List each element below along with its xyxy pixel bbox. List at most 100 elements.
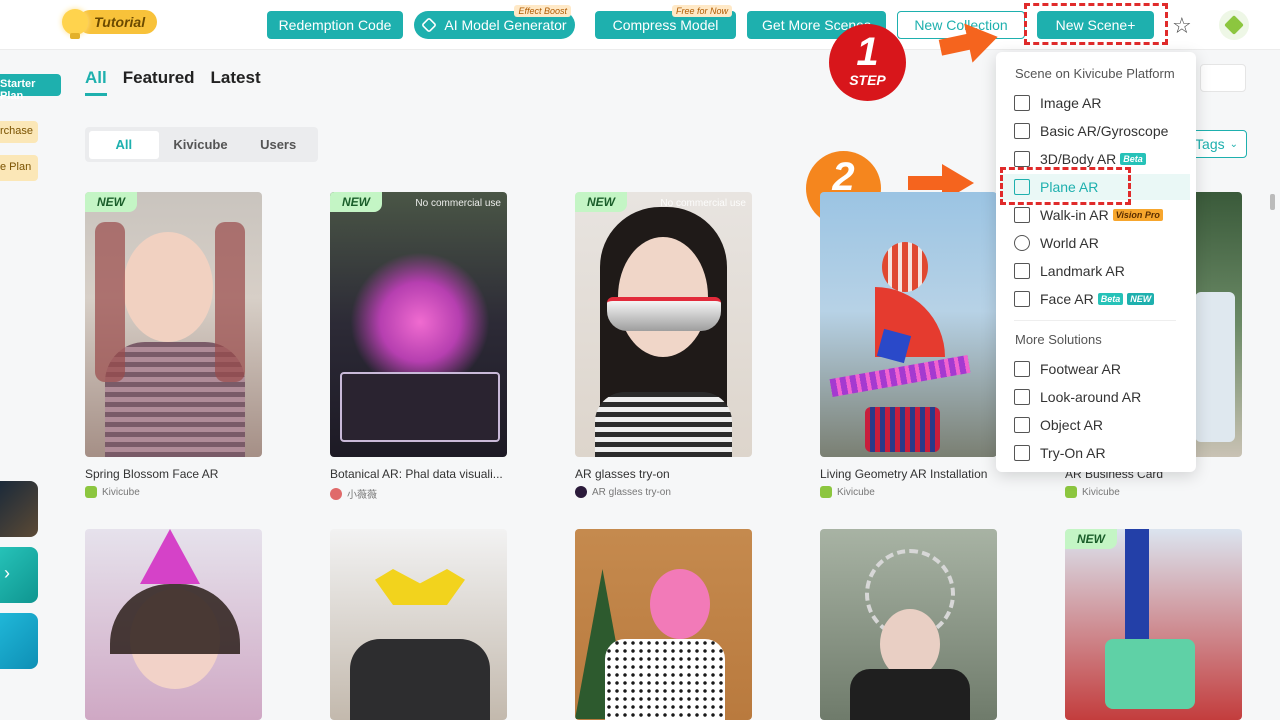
- no-commercial-label: No commercial use: [660, 198, 746, 209]
- step-1-badge: 1 STEP: [829, 24, 906, 101]
- starter-plan-chip[interactable]: Starter Plan: [0, 74, 61, 102]
- scene-card[interactable]: [820, 192, 997, 457]
- menu-item-try-on-ar[interactable]: Try-On AR: [1014, 440, 1190, 466]
- scene-card[interactable]: NEW No commercial use: [575, 192, 752, 457]
- card-image-sculpture: [876, 328, 912, 364]
- card-title[interactable]: Spring Blossom Face AR: [85, 467, 262, 481]
- card-author[interactable]: Kivicube: [85, 486, 140, 498]
- menu-item-basic-ar[interactable]: Basic AR/Gyroscope: [1014, 118, 1190, 144]
- card-image: [123, 232, 213, 342]
- ai-model-generator-label: AI Model Generator: [444, 17, 567, 33]
- card-image-party-hat: [140, 529, 200, 584]
- menu-item-label: Basic AR/Gyroscope: [1040, 123, 1169, 139]
- menu-divider: [1014, 320, 1176, 321]
- footwear-icon: [1014, 361, 1030, 377]
- card-title[interactable]: AR glasses try-on: [575, 467, 752, 481]
- globe-icon: [1014, 235, 1030, 251]
- menu-item-footwear-ar[interactable]: Footwear AR: [1014, 356, 1190, 382]
- card-author-name: AR glasses try-on: [592, 486, 671, 498]
- ai-model-generator-button[interactable]: AI Model Generator Effect Boost: [414, 5, 575, 39]
- menu-item-label: Landmark AR: [1040, 263, 1125, 279]
- segment-kivicube[interactable]: Kivicube: [159, 131, 243, 159]
- new-badge: NEW: [330, 192, 382, 212]
- new-badge: NEW: [575, 192, 627, 212]
- purchase-chip[interactable]: rchase: [0, 121, 38, 143]
- scene-card[interactable]: NEW: [1065, 529, 1242, 720]
- tab-latest[interactable]: Latest: [211, 68, 261, 96]
- side-thumbnail-3[interactable]: [0, 613, 38, 669]
- top-bar: Tutorial Redemption Code AI Model Genera…: [0, 0, 1280, 50]
- menu-item-world-ar[interactable]: World AR: [1014, 230, 1190, 256]
- menu-item-label: World AR: [1040, 235, 1099, 251]
- favorites-star-icon[interactable]: ☆: [1172, 13, 1192, 39]
- redemption-code-label: Redemption Code: [278, 17, 392, 33]
- menu-item-label: Footwear AR: [1040, 361, 1121, 377]
- plan-label: e Plan: [0, 161, 32, 173]
- menu-item-label: Look-around AR: [1040, 389, 1142, 405]
- plane-ar-highlight: [1000, 167, 1131, 205]
- gyroscope-icon: [1014, 123, 1030, 139]
- step-2-number: 2: [832, 155, 855, 199]
- tags-label: Tags: [1195, 136, 1225, 152]
- new-scene-highlight: [1024, 3, 1168, 45]
- beta-badge: Beta: [1097, 293, 1124, 305]
- card-author[interactable]: AR glasses try-on: [575, 486, 671, 498]
- card-title[interactable]: Living Geometry AR Installation: [820, 467, 997, 481]
- menu-item-landmark-ar[interactable]: Landmark AR: [1014, 258, 1190, 284]
- tab-all[interactable]: All: [85, 68, 107, 96]
- user-avatar-icon: [575, 486, 587, 498]
- tutorial-label: Tutorial: [78, 10, 158, 34]
- user-avatar[interactable]: [1219, 10, 1249, 40]
- menu-item-label: Face AR: [1040, 291, 1094, 307]
- card-image-shirt: [350, 639, 490, 720]
- menu-item-label: Try-On AR: [1040, 445, 1106, 461]
- card-image: [1195, 292, 1235, 442]
- menu-item-walk-in-ar[interactable]: Walk-in AR Vision Pro: [1014, 202, 1190, 228]
- scene-card[interactable]: [575, 529, 752, 720]
- search-box[interactable]: [1200, 64, 1246, 92]
- tutorial-button[interactable]: Tutorial: [62, 9, 158, 39]
- card-image-shirt: [850, 669, 970, 720]
- segment-users[interactable]: Users: [242, 131, 314, 159]
- card-author[interactable]: Kivicube: [820, 486, 875, 498]
- no-commercial-label: No commercial use: [415, 198, 501, 209]
- menu-section-title: Scene on Kivicube Platform: [1015, 66, 1175, 81]
- redemption-code-button[interactable]: Redemption Code: [267, 11, 403, 39]
- kivicube-logo-icon: [820, 486, 832, 498]
- card-author[interactable]: 小薇薇: [330, 486, 377, 501]
- scene-card[interactable]: NEW: [85, 192, 262, 457]
- card-author[interactable]: Kivicube: [1065, 486, 1120, 498]
- chevron-down-icon: ⌄: [1229, 138, 1238, 150]
- step-1-label: STEP: [849, 72, 886, 88]
- tab-featured[interactable]: Featured: [123, 68, 195, 96]
- menu-item-object-ar[interactable]: Object AR: [1014, 412, 1190, 438]
- scene-card[interactable]: [85, 529, 262, 720]
- side-thumbnail-1[interactable]: [0, 481, 38, 537]
- card-title[interactable]: Botanical AR: Phal data visuali...: [330, 467, 507, 481]
- side-thumbnail-2[interactable]: ›: [0, 547, 38, 603]
- menu-item-look-around-ar[interactable]: Look-around AR: [1014, 384, 1190, 410]
- new-scene-dropdown: Scene on Kivicube Platform Image AR Basi…: [996, 52, 1196, 472]
- free-for-now-badge: Free for Now: [671, 5, 732, 17]
- page-scrollbar[interactable]: [1270, 194, 1275, 210]
- user-avatar-icon: [330, 487, 342, 500]
- menu-item-label: Walk-in AR: [1040, 207, 1109, 223]
- new-badge: NEW: [85, 192, 137, 212]
- starter-plan-label: Starter Plan: [0, 78, 36, 102]
- card-image-sculpture: [865, 407, 940, 452]
- menu-item-face-ar[interactable]: Face AR Beta NEW: [1014, 286, 1190, 312]
- look-around-icon: [1014, 389, 1030, 405]
- vision-pro-badge: Vision Pro: [1112, 209, 1163, 221]
- face-icon: [1014, 291, 1030, 307]
- compress-model-button[interactable]: Compress Model Free for Now: [595, 5, 736, 39]
- new-badge: NEW: [1127, 293, 1155, 305]
- card-image-hair: [95, 222, 125, 382]
- plan-chip[interactable]: e Plan: [0, 155, 38, 181]
- scene-card[interactable]: [330, 529, 507, 720]
- card-author-name: Kivicube: [837, 486, 875, 498]
- card-author-name: 小薇薇: [347, 490, 377, 501]
- scene-card[interactable]: NEW No commercial use: [330, 192, 507, 457]
- menu-item-image-ar[interactable]: Image AR: [1014, 90, 1190, 116]
- segment-all[interactable]: All: [89, 130, 159, 159]
- scene-card[interactable]: [820, 529, 997, 720]
